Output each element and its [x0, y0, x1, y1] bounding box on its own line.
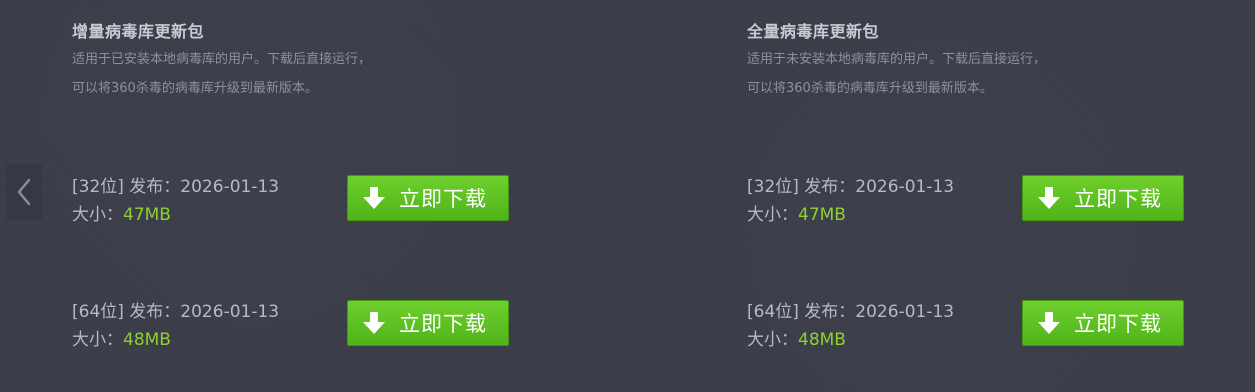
size-label: 大小： — [747, 205, 798, 225]
download-arrow-icon — [361, 185, 387, 211]
incremental-update-panel: 增量病毒库更新包 适用于已安装本地病毒库的用户。下载后直接运行， 可以将360杀… — [72, 0, 542, 392]
release-info: [64位] 发布：2026-01-13 — [72, 302, 280, 322]
download-button[interactable]: 立即下载 — [347, 175, 509, 221]
package-64bit: [64位] 发布：2026-01-13 大小：48MB 立即下载 — [747, 297, 1187, 350]
size-value: 48MB — [123, 330, 171, 350]
package-64bit: [64位] 发布：2026-01-13 大小：48MB 立即下载 — [72, 297, 512, 350]
download-button-label: 立即下载 — [1074, 312, 1162, 336]
panel-description-line2: 可以将360杀毒的病毒库升级到最新版本。 — [747, 81, 993, 96]
release-info: [64位] 发布：2026-01-13 — [747, 302, 955, 322]
download-button[interactable]: 立即下载 — [347, 300, 509, 346]
prev-arrow-button[interactable] — [6, 164, 42, 220]
download-button[interactable]: 立即下载 — [1022, 300, 1184, 346]
size-value: 47MB — [123, 205, 171, 225]
size-value: 47MB — [798, 205, 846, 225]
download-arrow-icon — [1036, 310, 1062, 336]
size-label: 大小： — [72, 205, 123, 225]
size-info: 大小：47MB — [72, 200, 171, 225]
panel-description-line2: 可以将360杀毒的病毒库升级到最新版本。 — [72, 81, 318, 96]
download-arrow-icon — [361, 310, 387, 336]
package-32bit: [32位] 发布：2026-01-13 大小：47MB 立即下载 — [747, 172, 1187, 225]
package-32bit: [32位] 发布：2026-01-13 大小：47MB 立即下载 — [72, 172, 512, 225]
full-update-panel: 全量病毒库更新包 适用于未安装本地病毒库的用户。下载后直接运行， 可以将360杀… — [747, 0, 1217, 392]
download-button[interactable]: 立即下载 — [1022, 175, 1184, 221]
download-arrow-icon — [1036, 185, 1062, 211]
size-info: 大小：48MB — [747, 325, 846, 350]
release-info: [32位] 发布：2026-01-13 — [747, 177, 955, 197]
panel-title: 增量病毒库更新包 — [72, 22, 205, 41]
release-info: [32位] 发布：2026-01-13 — [72, 177, 280, 197]
size-info: 大小：47MB — [747, 200, 846, 225]
download-button-label: 立即下载 — [399, 187, 487, 211]
size-info: 大小：48MB — [72, 325, 171, 350]
download-button-label: 立即下载 — [399, 312, 487, 336]
size-value: 48MB — [798, 330, 846, 350]
chevron-left-icon — [17, 178, 31, 206]
panel-description-line1: 适用于未安装本地病毒库的用户。下载后直接运行， — [747, 52, 1047, 67]
download-button-label: 立即下载 — [1074, 187, 1162, 211]
panel-description-line1: 适用于已安装本地病毒库的用户。下载后直接运行， — [72, 52, 372, 67]
size-label: 大小： — [72, 330, 123, 350]
size-label: 大小： — [747, 330, 798, 350]
panel-title: 全量病毒库更新包 — [747, 22, 880, 41]
